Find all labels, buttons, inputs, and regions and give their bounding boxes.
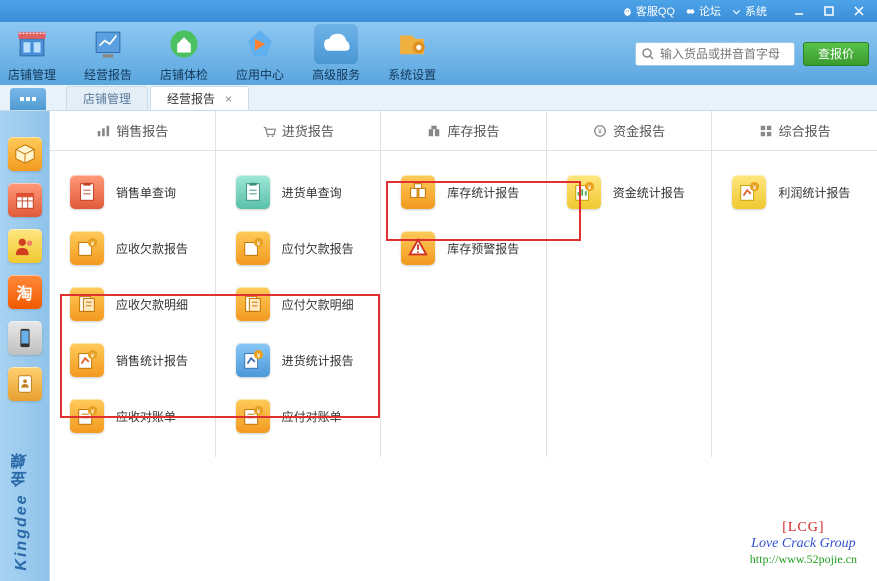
svg-text:¥: ¥ <box>598 128 602 135</box>
rail-contacts-icon[interactable] <box>8 367 42 401</box>
category-funds[interactable]: ¥资金报告 <box>547 111 713 150</box>
report-profit-stats[interactable]: ¥利润统计报告 <box>724 175 850 209</box>
forum-link[interactable]: 论坛 <box>685 3 721 19</box>
toolbar-app-center[interactable]: 应用中心 <box>236 24 284 83</box>
report-sales-query[interactable]: 销售单查询 <box>62 175 176 209</box>
svg-text:¥: ¥ <box>91 408 95 415</box>
tab-close-icon[interactable]: × <box>225 92 232 106</box>
minimize-button[interactable] <box>787 3 811 19</box>
category-composite[interactable]: 综合报告 <box>712 111 877 150</box>
tab-shop-manage[interactable]: 店铺管理 <box>66 86 148 110</box>
toolbar-shop-check[interactable]: 店铺体检 <box>160 24 208 83</box>
category-purchase[interactable]: 进货报告 <box>216 111 382 150</box>
report-receivable-detail[interactable]: 应收欠款明细 <box>62 287 188 321</box>
main-toolbar: 店铺管理 经营报告 店铺体检 应用中心 高级服务 系统设置 查报价 <box>0 22 877 85</box>
report-stock-alert[interactable]: 库存预警报告 <box>393 231 519 265</box>
svg-text:¥: ¥ <box>91 352 95 359</box>
rail-phone-icon[interactable] <box>8 321 42 355</box>
report-sales-stats[interactable]: ¥销售统计报告 <box>62 343 188 377</box>
rail-people-icon[interactable] <box>8 229 42 263</box>
toolbar-shop-manage[interactable]: 店铺管理 <box>8 24 56 83</box>
left-rail: 淘 Kingdee 金蝶 <box>0 111 50 581</box>
report-purchase-query[interactable]: 进货单查询 <box>228 175 342 209</box>
close-button[interactable] <box>847 3 871 19</box>
rail-cube-icon[interactable] <box>8 137 42 171</box>
report-funds-stats[interactable]: ¥资金统计报告 <box>559 175 685 209</box>
system-menu[interactable]: 系统 <box>731 3 767 19</box>
report-purchase-stats[interactable]: ¥进货统计报告 <box>228 343 354 377</box>
toolbar-premium-service[interactable]: 高级服务 <box>312 24 360 83</box>
rail-taobao-icon[interactable]: 淘 <box>8 275 42 309</box>
watermark: [LCG] Love Crack Group http://www.52poji… <box>750 520 857 567</box>
category-stock[interactable]: 库存报告 <box>381 111 547 150</box>
rail-calendar-icon[interactable] <box>8 183 42 217</box>
report-payable[interactable]: ¥应付欠款报告 <box>228 231 354 265</box>
check-price-button[interactable]: 查报价 <box>803 42 869 66</box>
svg-text:¥: ¥ <box>587 184 591 191</box>
maximize-button[interactable] <box>817 3 841 19</box>
toolbar-system-settings[interactable]: 系统设置 <box>388 24 436 83</box>
search-input[interactable] <box>635 42 795 66</box>
apps-grid-button[interactable] <box>10 88 46 110</box>
report-content: 销售报告 进货报告 库存报告 ¥资金报告 综合报告 销售单查询 ¥应收欠款报告 … <box>50 111 877 581</box>
support-qq-link[interactable]: 客服QQ <box>622 3 675 19</box>
svg-text:¥: ¥ <box>256 408 260 415</box>
report-receivable-statement[interactable]: ¥应收对账单 <box>62 399 176 433</box>
brand-logo: Kingdee 金蝶 <box>10 451 34 571</box>
report-payable-statement[interactable]: ¥应付对账单 <box>228 399 342 433</box>
svg-text:¥: ¥ <box>256 240 260 247</box>
toolbar-business-report[interactable]: 经营报告 <box>84 24 132 83</box>
report-payable-detail[interactable]: 应付欠款明细 <box>228 287 354 321</box>
title-bar: 客服QQ 论坛 系统 <box>0 0 877 22</box>
category-sales[interactable]: 销售报告 <box>50 111 216 150</box>
svg-text:¥: ¥ <box>91 240 95 247</box>
report-receivable[interactable]: ¥应收欠款报告 <box>62 231 188 265</box>
svg-text:¥: ¥ <box>753 184 757 191</box>
tab-business-report[interactable]: 经营报告× <box>150 86 249 110</box>
tab-bar: 店铺管理 经营报告× <box>0 85 877 111</box>
report-stock-stats[interactable]: 库存统计报告 <box>393 175 519 209</box>
svg-text:¥: ¥ <box>256 352 260 359</box>
